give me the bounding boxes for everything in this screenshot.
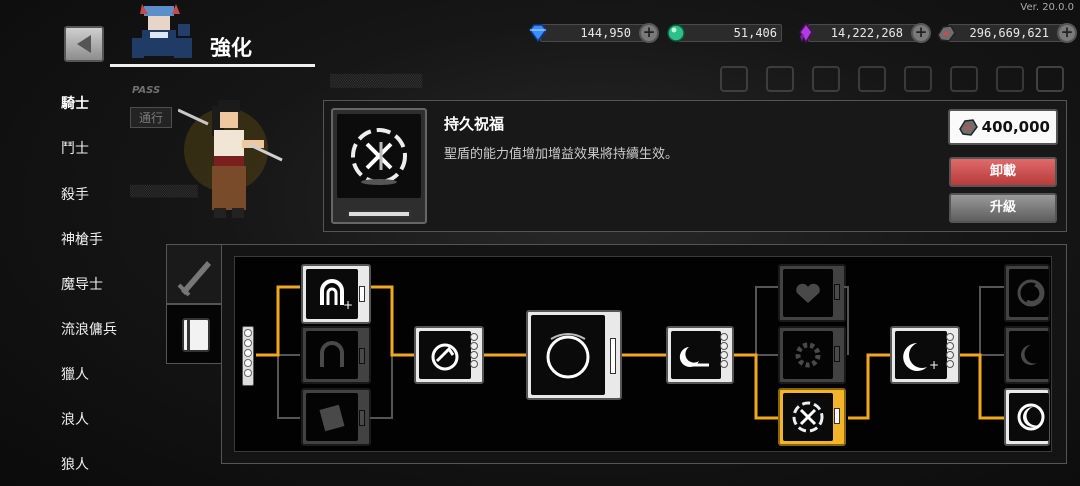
- shield-up-icon: [320, 341, 344, 367]
- skill-node[interactable]: [778, 264, 846, 322]
- crescent-plus-icon: +: [903, 343, 939, 372]
- svg-text:+: +: [929, 358, 939, 372]
- spirit-orb-icon: [431, 343, 459, 371]
- skill-node[interactable]: [778, 326, 846, 384]
- crescent-orb-icon: [546, 333, 590, 379]
- gear-orb-icon: [795, 342, 821, 368]
- skill-node[interactable]: [301, 388, 371, 446]
- skill-node[interactable]: +: [890, 326, 960, 384]
- scroll-icon: [319, 404, 345, 432]
- skill-node[interactable]: [1004, 264, 1050, 322]
- skill-node[interactable]: [301, 326, 371, 384]
- tree-start-node: [242, 326, 254, 386]
- skill-node[interactable]: [1004, 388, 1050, 446]
- skill-node[interactable]: [1004, 326, 1050, 384]
- moon-icon: [1021, 345, 1037, 365]
- svg-text:+: +: [343, 298, 353, 312]
- heart-orb-icon: [796, 283, 820, 303]
- node-c3r3[interactable]: [778, 388, 846, 446]
- skill-node[interactable]: [414, 326, 484, 384]
- crescent-orb-icon: [1017, 403, 1045, 431]
- skill-node[interactable]: [666, 326, 734, 384]
- shield-up-icon: +: [320, 279, 353, 312]
- skill-tree-connectors: [256, 285, 1004, 420]
- skill-node[interactable]: +: [301, 264, 371, 324]
- moon-slash-icon: [679, 347, 709, 367]
- blessing-shield-icon: [792, 401, 824, 433]
- crescent-orb-icon: [1017, 279, 1045, 307]
- skill-node-core[interactable]: [526, 310, 622, 400]
